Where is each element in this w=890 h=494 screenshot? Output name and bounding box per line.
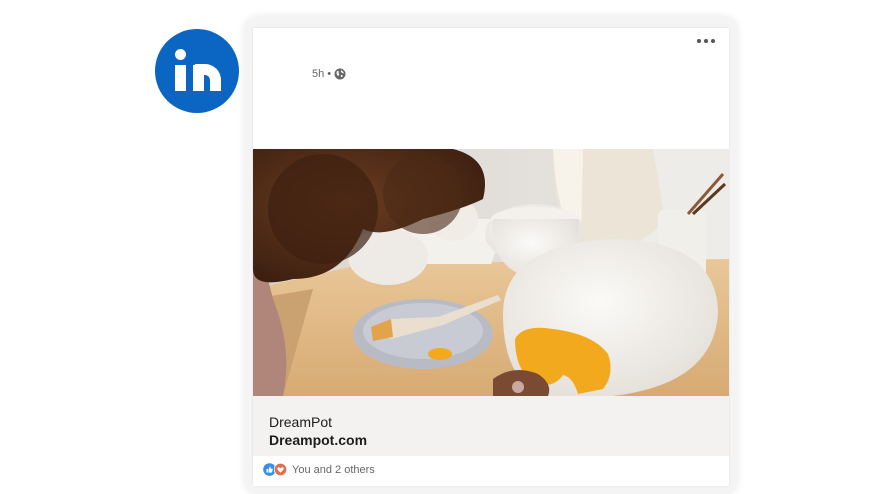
more-dot-icon [704, 39, 708, 43]
more-options-button[interactable] [697, 39, 715, 43]
reactions-summary[interactable]: You and 2 others [263, 463, 375, 476]
linkedin-logo-i-stem [175, 65, 186, 91]
link-preview[interactable]: DreamPot Dreampot.com [253, 396, 729, 456]
more-dot-icon [711, 39, 715, 43]
post-card: 5h • DreamPot Dreampot.com You and 2 oth… [253, 28, 729, 486]
meta-separator: • [327, 68, 332, 80]
post-meta: 5h • [312, 68, 346, 80]
post-time: 5h [312, 68, 325, 80]
love-icon [274, 463, 287, 476]
post-image-pottery [253, 149, 729, 396]
link-url[interactable]: Dreampot.com [269, 432, 367, 448]
more-dot-icon [697, 39, 701, 43]
linkedin-logo [155, 29, 239, 113]
link-title[interactable]: DreamPot [269, 414, 332, 430]
linkedin-logo-n-arch [195, 64, 221, 91]
linkedin-logo-i-dot [175, 49, 186, 60]
reactions-text[interactable]: You and 2 others [292, 464, 375, 476]
globe-icon [334, 68, 346, 80]
